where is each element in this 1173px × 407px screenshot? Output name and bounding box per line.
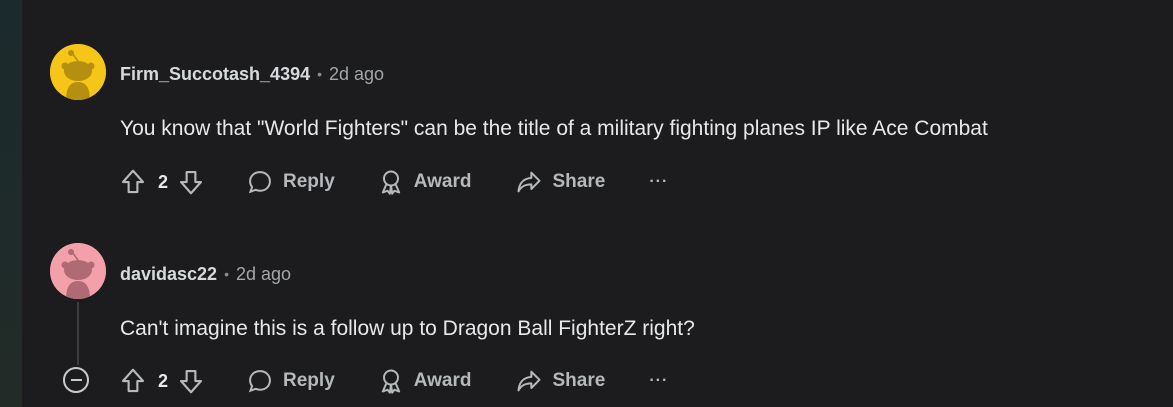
vote-score: 2 <box>158 370 169 391</box>
award-label: Award <box>413 370 472 391</box>
award-label: Award <box>413 171 472 192</box>
downvote-icon[interactable] <box>176 366 206 396</box>
comment-bubble-icon <box>248 370 271 393</box>
username[interactable]: davidasc22 <box>120 264 217 285</box>
award-icon <box>381 369 400 394</box>
share-button[interactable]: Share <box>514 168 606 196</box>
share-icon <box>517 370 540 392</box>
minus-icon <box>70 379 82 381</box>
reply-button[interactable]: Reply <box>246 168 335 196</box>
reply-label: Reply <box>283 171 335 192</box>
avatar[interactable] <box>50 243 106 299</box>
upvote-icon[interactable] <box>118 366 148 396</box>
avatar[interactable] <box>50 44 106 100</box>
snoo-avatar-icon <box>50 44 106 100</box>
collapse-thread-button[interactable] <box>63 367 89 393</box>
comment-text: You know that "World Fighters" can be th… <box>120 117 988 140</box>
comment-actions: 2 Reply Award Share ··· <box>118 166 668 198</box>
timestamp[interactable]: 2d ago <box>236 264 291 285</box>
left-edge-strip <box>0 0 22 407</box>
award-button[interactable]: Award <box>377 367 472 395</box>
downvote-icon[interactable] <box>176 167 206 197</box>
timestamp[interactable]: 2d ago <box>329 64 384 85</box>
reply-label: Reply <box>283 370 335 391</box>
share-button[interactable]: Share <box>514 367 606 395</box>
username[interactable]: Firm_Succotash_4394 <box>120 64 310 85</box>
share-label: Share <box>552 171 606 192</box>
snoo-avatar-icon <box>50 243 106 299</box>
meta-separator: • <box>224 266 229 282</box>
comment-bubble-icon <box>248 171 271 194</box>
award-button[interactable]: Award <box>377 168 472 196</box>
comment-meta: davidasc22 • 2d ago <box>120 263 291 285</box>
award-icon <box>381 170 400 195</box>
share-label: Share <box>552 370 606 391</box>
upvote-icon[interactable] <box>118 167 148 197</box>
meta-separator: • <box>317 66 323 82</box>
vote-group: 2 <box>118 167 206 197</box>
comment-meta: Firm_Succotash_4394 • 2d ago <box>120 63 384 85</box>
vote-group: 2 <box>118 366 206 396</box>
more-options-icon[interactable]: ··· <box>649 372 668 390</box>
comment-actions: 2 Reply Award Share ··· <box>118 365 668 397</box>
comment-text: Can't imagine this is a follow up to Dra… <box>120 317 695 340</box>
comments-panel: Firm_Succotash_4394 • 2d ago You know th… <box>22 0 1173 407</box>
vote-score: 2 <box>158 171 169 192</box>
reply-button[interactable]: Reply <box>246 367 335 395</box>
more-options-icon[interactable]: ··· <box>649 173 668 191</box>
share-icon <box>517 171 540 193</box>
thread-line <box>77 302 79 365</box>
